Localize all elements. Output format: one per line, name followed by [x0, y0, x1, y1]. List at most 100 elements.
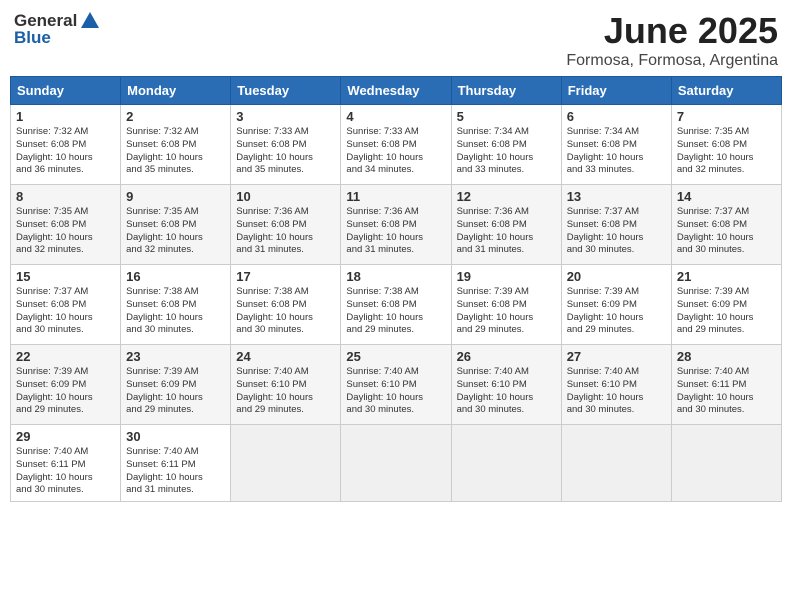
day-number: 15: [16, 269, 115, 284]
day-number: 6: [567, 109, 666, 124]
day-number: 7: [677, 109, 776, 124]
calendar-cell: 16Sunrise: 7:38 AM Sunset: 6:08 PM Dayli…: [121, 265, 231, 345]
day-info: Sunrise: 7:40 AM Sunset: 6:11 PM Dayligh…: [126, 446, 225, 497]
day-info: Sunrise: 7:37 AM Sunset: 6:08 PM Dayligh…: [567, 206, 666, 257]
day-info: Sunrise: 7:36 AM Sunset: 6:08 PM Dayligh…: [346, 206, 445, 257]
calendar-cell: 13 Sunrise: 7:37 AM Sunset: 6:08 PM Dayli…: [561, 185, 671, 265]
day-info: Sunrise: 7:39 AM Sunset: 6:09 PM Dayligh…: [677, 286, 776, 337]
day-info: Sunrise: 7:36 AM Sunset: 6:08 PM Dayligh…: [236, 206, 335, 257]
logo: General Blue: [14, 10, 101, 48]
calendar-cell: [561, 425, 671, 502]
calendar-cell: 7 Sunrise: 7:35 AM Sunset: 6:08 PM Daylig…: [671, 105, 781, 185]
day-info: Sunrise: 7:40 AM Sunset: 6:10 PM Dayligh…: [457, 366, 556, 417]
location-subtitle: Formosa, Formosa, Argentina: [566, 52, 778, 70]
day-info: Sunrise: 7:39 AM Sunset: 6:08 PM Dayligh…: [457, 286, 556, 337]
day-number: 26: [457, 349, 556, 364]
calendar-cell: 23 Sunrise: 7:39 AM Sunset: 6:09 PM Dayli…: [121, 345, 231, 425]
calendar-cell: 29 Sunrise: 7:40 AM Sunset: 6:11 PM Dayli…: [11, 425, 121, 502]
calendar-cell: 22 Sunrise: 7:39 AM Sunset: 6:09 PM Dayli…: [11, 345, 121, 425]
calendar-cell: [671, 425, 781, 502]
day-info: Sunrise: 7:39 AM Sunset: 6:09 PM Dayligh…: [567, 286, 666, 337]
calendar-cell: 27 Sunrise: 7:40 AM Sunset: 6:10 PM Dayli…: [561, 345, 671, 425]
day-number: 30: [126, 429, 225, 444]
calendar-cell: [451, 425, 561, 502]
calendar-cell: 12Sunrise: 7:36 AM Sunset: 6:08 PM Dayli…: [451, 185, 561, 265]
calendar-cell: 26 Sunrise: 7:40 AM Sunset: 6:10 PM Dayli…: [451, 345, 561, 425]
day-number: 4: [346, 109, 445, 124]
day-number: 16: [126, 269, 225, 284]
calendar-cell: 8 Sunrise: 7:35 AM Sunset: 6:08 PM Daylig…: [11, 185, 121, 265]
day-info: Sunrise: 7:39 AM Sunset: 6:09 PM Dayligh…: [126, 366, 225, 417]
calendar-cell: 2Sunrise: 7:32 AM Sunset: 6:08 PM Daylig…: [121, 105, 231, 185]
calendar-table: SundayMondayTuesdayWednesdayThursdayFrid…: [10, 76, 782, 502]
day-info: Sunrise: 7:40 AM Sunset: 6:10 PM Dayligh…: [567, 366, 666, 417]
day-number: 27: [567, 349, 666, 364]
calendar-cell: 14 Sunrise: 7:37 AM Sunset: 6:08 PM Dayli…: [671, 185, 781, 265]
weekday-header-tuesday: Tuesday: [231, 77, 341, 105]
calendar-cell: 6 Sunrise: 7:34 AM Sunset: 6:08 PM Daylig…: [561, 105, 671, 185]
day-number: 25: [346, 349, 445, 364]
day-number: 9: [126, 189, 225, 204]
day-info: Sunrise: 7:34 AM Sunset: 6:08 PM Dayligh…: [567, 126, 666, 177]
calendar-cell: 3 Sunrise: 7:33 AM Sunset: 6:08 PM Daylig…: [231, 105, 341, 185]
day-number: 19: [457, 269, 556, 284]
calendar-cell: 10 Sunrise: 7:36 AM Sunset: 6:08 PM Dayli…: [231, 185, 341, 265]
day-number: 23: [126, 349, 225, 364]
day-info: Sunrise: 7:40 AM Sunset: 6:11 PM Dayligh…: [16, 446, 115, 497]
weekday-header-saturday: Saturday: [671, 77, 781, 105]
day-number: 28: [677, 349, 776, 364]
calendar-cell: 1 Sunrise: 7:32 AM Sunset: 6:08 PM Daylig…: [11, 105, 121, 185]
day-number: 24: [236, 349, 335, 364]
day-info: Sunrise: 7:40 AM Sunset: 6:10 PM Dayligh…: [236, 366, 335, 417]
calendar-cell: 30 Sunrise: 7:40 AM Sunset: 6:11 PM Dayli…: [121, 425, 231, 502]
day-number: 13: [567, 189, 666, 204]
logo-blue-text: Blue: [14, 28, 51, 48]
day-info: Sunrise: 7:39 AM Sunset: 6:09 PM Dayligh…: [16, 366, 115, 417]
day-number: 18: [346, 269, 445, 284]
day-number: 1: [16, 109, 115, 124]
day-info: Sunrise: 7:32 AM Sunset: 6:08 PM Dayligh…: [126, 126, 225, 177]
day-number: 22: [16, 349, 115, 364]
day-number: 10: [236, 189, 335, 204]
day-info: Sunrise: 7:38 AM Sunset: 6:08 PM Dayligh…: [236, 286, 335, 337]
calendar-cell: 19 Sunrise: 7:39 AM Sunset: 6:08 PM Dayli…: [451, 265, 561, 345]
day-info: Sunrise: 7:40 AM Sunset: 6:11 PM Dayligh…: [677, 366, 776, 417]
day-number: 20: [567, 269, 666, 284]
calendar-cell: 20 Sunrise: 7:39 AM Sunset: 6:09 PM Dayli…: [561, 265, 671, 345]
calendar-cell: 25Sunrise: 7:40 AM Sunset: 6:10 PM Dayli…: [341, 345, 451, 425]
day-number: 17: [236, 269, 335, 284]
day-number: 21: [677, 269, 776, 284]
calendar-cell: [341, 425, 451, 502]
weekday-header-thursday: Thursday: [451, 77, 561, 105]
month-year-title: June 2025: [566, 10, 778, 52]
day-number: 11: [346, 189, 445, 204]
day-info: Sunrise: 7:37 AM Sunset: 6:08 PM Dayligh…: [677, 206, 776, 257]
day-info: Sunrise: 7:35 AM Sunset: 6:08 PM Dayligh…: [126, 206, 225, 257]
calendar-cell: 24 Sunrise: 7:40 AM Sunset: 6:10 PM Dayli…: [231, 345, 341, 425]
day-info: Sunrise: 7:32 AM Sunset: 6:08 PM Dayligh…: [16, 126, 115, 177]
calendar-cell: 5 Sunrise: 7:34 AM Sunset: 6:08 PM Daylig…: [451, 105, 561, 185]
day-number: 5: [457, 109, 556, 124]
day-number: 14: [677, 189, 776, 204]
day-number: 29: [16, 429, 115, 444]
day-info: Sunrise: 7:36 AM Sunset: 6:08 PM Dayligh…: [457, 206, 556, 257]
day-info: Sunrise: 7:37 AM Sunset: 6:08 PM Dayligh…: [16, 286, 115, 337]
calendar-cell: [231, 425, 341, 502]
weekday-header-monday: Monday: [121, 77, 231, 105]
day-info: Sunrise: 7:38 AM Sunset: 6:08 PM Dayligh…: [346, 286, 445, 337]
day-info: Sunrise: 7:34 AM Sunset: 6:08 PM Dayligh…: [457, 126, 556, 177]
calendar-cell: 15 Sunrise: 7:37 AM Sunset: 6:08 PM Dayli…: [11, 265, 121, 345]
calendar-cell: 11 Sunrise: 7:36 AM Sunset: 6:08 PM Dayli…: [341, 185, 451, 265]
day-number: 8: [16, 189, 115, 204]
day-info: Sunrise: 7:33 AM Sunset: 6:08 PM Dayligh…: [236, 126, 335, 177]
day-info: Sunrise: 7:35 AM Sunset: 6:08 PM Dayligh…: [16, 206, 115, 257]
calendar-cell: 21 Sunrise: 7:39 AM Sunset: 6:09 PM Dayli…: [671, 265, 781, 345]
day-number: 3: [236, 109, 335, 124]
title-block: June 2025 Formosa, Formosa, Argentina: [566, 10, 778, 70]
day-info: Sunrise: 7:33 AM Sunset: 6:08 PM Dayligh…: [346, 126, 445, 177]
calendar-cell: 17 Sunrise: 7:38 AM Sunset: 6:08 PM Dayli…: [231, 265, 341, 345]
weekday-header-sunday: Sunday: [11, 77, 121, 105]
calendar-cell: 18 Sunrise: 7:38 AM Sunset: 6:08 PM Dayli…: [341, 265, 451, 345]
weekday-header-friday: Friday: [561, 77, 671, 105]
day-info: Sunrise: 7:35 AM Sunset: 6:08 PM Dayligh…: [677, 126, 776, 177]
